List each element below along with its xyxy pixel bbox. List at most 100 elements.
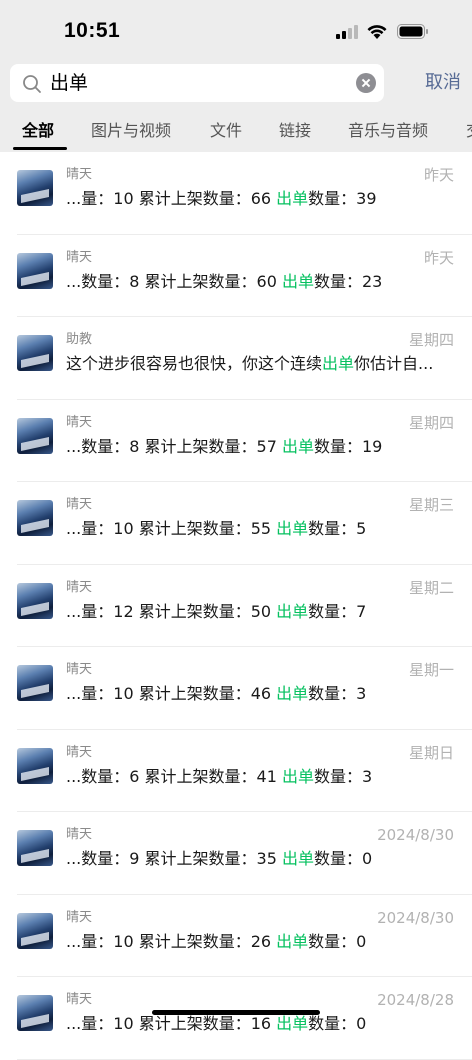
snippet-text-after: 数量：0 [314, 849, 373, 868]
avatar [17, 417, 53, 454]
message-date: 昨天 [423, 248, 454, 267]
wifi-icon [367, 25, 387, 39]
list-item[interactable]: 晴天 2024/8/30 ...量：10 累计上架数量：26 出单数量：0 [0, 895, 472, 977]
cellular-signal-icon [336, 24, 360, 39]
message-snippet: ...量：10 累计上架数量：46 出单数量：3 [66, 683, 456, 705]
snippet-text-after: 你估计自... [354, 354, 434, 373]
snippet-text-before: ...数量：9 累计上架数量：35 [66, 849, 282, 868]
list-item[interactable]: 晴天 星期四 ...数量：8 累计上架数量：57 出单数量：19 [0, 400, 472, 482]
avatar [17, 830, 53, 866]
message-snippet: 这个进步很容易也很快，你这个连续出单你估计自... [66, 353, 456, 375]
snippet-text-after: 数量：3 [308, 684, 367, 703]
status-time: 10:51 [64, 19, 121, 42]
list-item[interactable]: 晴天 星期三 ...量：10 累计上架数量：55 出单数量：5 [0, 482, 472, 565]
message-date: 星期四 [408, 413, 454, 432]
snippet-text-after: 数量：23 [314, 271, 383, 291]
message-snippet: ...量：10 累计上架数量：66 出单数量：39 [66, 188, 456, 210]
sender-name: 晴天 [66, 579, 93, 595]
avatar [17, 500, 53, 536]
sender-name: 晴天 [66, 662, 93, 677]
message-date: 星期二 [408, 578, 454, 597]
snippet-text-before: ...数量：8 累计上架数量：57 [66, 436, 282, 456]
message-snippet: ...数量：9 累计上架数量：35 出单数量：0 [66, 848, 456, 870]
snippet-text-before: ...量：10 累计上架数量：55 [66, 519, 277, 538]
snippet-highlight: 出单 [276, 931, 309, 951]
tab-more[interactable]: 交 [466, 120, 472, 142]
tab-links[interactable]: 链接 [279, 120, 311, 142]
sender-name: 晴天 [66, 992, 93, 1007]
message-date: 2024/8/30 [377, 908, 454, 927]
message-snippet: ...量：12 累计上架数量：50 出单数量：7 [66, 601, 456, 623]
message-snippet: ...量：10 累计上架数量：55 出单数量：5 [66, 518, 456, 540]
snippet-text-after: 数量：3 [314, 766, 373, 786]
row-divider [17, 1058, 472, 1060]
snippet-highlight: 出单 [276, 189, 309, 208]
list-item[interactable]: 晴天 星期日 ...数量：6 累计上架数量：41 出单数量：3 [0, 730, 472, 812]
snippet-highlight: 出单 [281, 271, 314, 291]
home-indicator [152, 1010, 320, 1015]
avatar [17, 665, 53, 701]
list-item[interactable]: 晴天 星期二 ...量：12 累计上架数量：50 出单数量：7 [0, 565, 472, 647]
sender-name: 助教 [66, 332, 93, 347]
tab-files[interactable]: 文件 [210, 120, 242, 142]
category-tabs: 全部 图片与视频 文件 链接 音乐与音频 交 [0, 116, 472, 152]
message-snippet: ...数量：6 累计上架数量：41 出单数量：3 [66, 766, 456, 788]
snippet-highlight: 出单 [276, 519, 309, 538]
list-item[interactable]: 晴天 2024/8/28 ...量：10 累计上架数量：16 出单数量：0 [0, 977, 472, 1060]
sender-name: 晴天 [66, 249, 93, 265]
snippet-highlight: 出单 [276, 684, 309, 703]
snippet-text-before: ...量：12 累计上架数量：50 [66, 601, 277, 621]
message-date: 星期一 [408, 661, 454, 679]
list-item[interactable]: 晴天 昨天 ...量：10 累计上架数量：66 出单数量：39 [0, 152, 472, 235]
avatar [17, 995, 53, 1031]
search-input[interactable]: 出单 [10, 64, 384, 102]
snippet-text-after: 数量：19 [314, 436, 383, 456]
sender-name: 晴天 [66, 744, 93, 760]
cancel-button[interactable]: 取消 [425, 70, 461, 96]
sender-name: 晴天 [66, 909, 93, 925]
snippet-text-after: 数量：5 [308, 519, 367, 538]
snippet-text-before: ...量：10 累计上架数量：26 [66, 931, 277, 951]
list-item[interactable]: 晴天 星期一 ...量：10 累计上架数量：46 出单数量：3 [0, 647, 472, 730]
sender-name: 晴天 [66, 827, 93, 842]
active-tab-indicator [13, 147, 67, 150]
snippet-highlight: 出单 [281, 849, 314, 868]
snippet-text-after: 数量：7 [308, 601, 367, 621]
message-snippet: ...数量：8 累计上架数量：57 出单数量：19 [66, 436, 456, 458]
snippet-highlight: 出单 [281, 436, 314, 456]
message-date: 2024/8/28 [377, 991, 454, 1009]
avatar [17, 747, 53, 784]
snippet-text-before: ...数量：6 累计上架数量：41 [66, 766, 282, 786]
message-snippet: ...量：10 累计上架数量：26 出单数量：0 [66, 931, 456, 953]
list-item[interactable]: 晴天 昨天 ...数量：8 累计上架数量：60 出单数量：23 [0, 235, 472, 317]
sender-name: 晴天 [66, 414, 93, 430]
snippet-text-after: 数量：39 [308, 189, 377, 208]
search-results-list: 晴天 昨天 ...量：10 累计上架数量：66 出单数量：39 晴天 昨天 ...数量：8… [0, 152, 472, 1060]
snippet-text-before: ...量：10 累计上架数量：66 [66, 189, 277, 208]
clear-search-icon[interactable] [356, 73, 376, 93]
search-query[interactable]: 出单 [50, 70, 88, 96]
snippet-text-after: 数量：0 [308, 931, 367, 951]
message-date: 星期日 [408, 743, 454, 762]
message-date: 2024/8/30 [377, 826, 454, 844]
snippet-text-before: ...数量：8 累计上架数量：60 [66, 271, 282, 291]
message-date: 昨天 [423, 166, 454, 184]
avatar [17, 252, 53, 289]
snippet-text-before: ...量：10 累计上架数量：46 [66, 684, 277, 703]
tab-photos-videos[interactable]: 图片与视频 [91, 120, 171, 142]
status-bar: 10:51 [0, 0, 472, 60]
message-date: 星期三 [408, 496, 454, 514]
list-item[interactable]: 晴天 2024/8/30 ...数量：9 累计上架数量：35 出单数量：0 [0, 812, 472, 895]
snippet-text-before: 这个进步很容易也很快，你这个连续 [66, 354, 323, 373]
battery-icon [397, 24, 428, 39]
tab-all[interactable]: 全部 [22, 120, 54, 142]
tab-music-audio[interactable]: 音乐与音频 [348, 120, 428, 142]
search-icon [23, 75, 41, 93]
search-bar: 出单 取消 [0, 60, 472, 116]
message-snippet: ...数量：8 累计上架数量：60 出单数量：23 [66, 271, 456, 293]
snippet-highlight: 出单 [281, 766, 314, 786]
snippet-highlight: 出单 [276, 601, 309, 621]
avatar [17, 335, 53, 371]
avatar [17, 582, 53, 619]
list-item[interactable]: 助教 星期四 这个进步很容易也很快，你这个连续出单你估计自... [0, 317, 472, 400]
